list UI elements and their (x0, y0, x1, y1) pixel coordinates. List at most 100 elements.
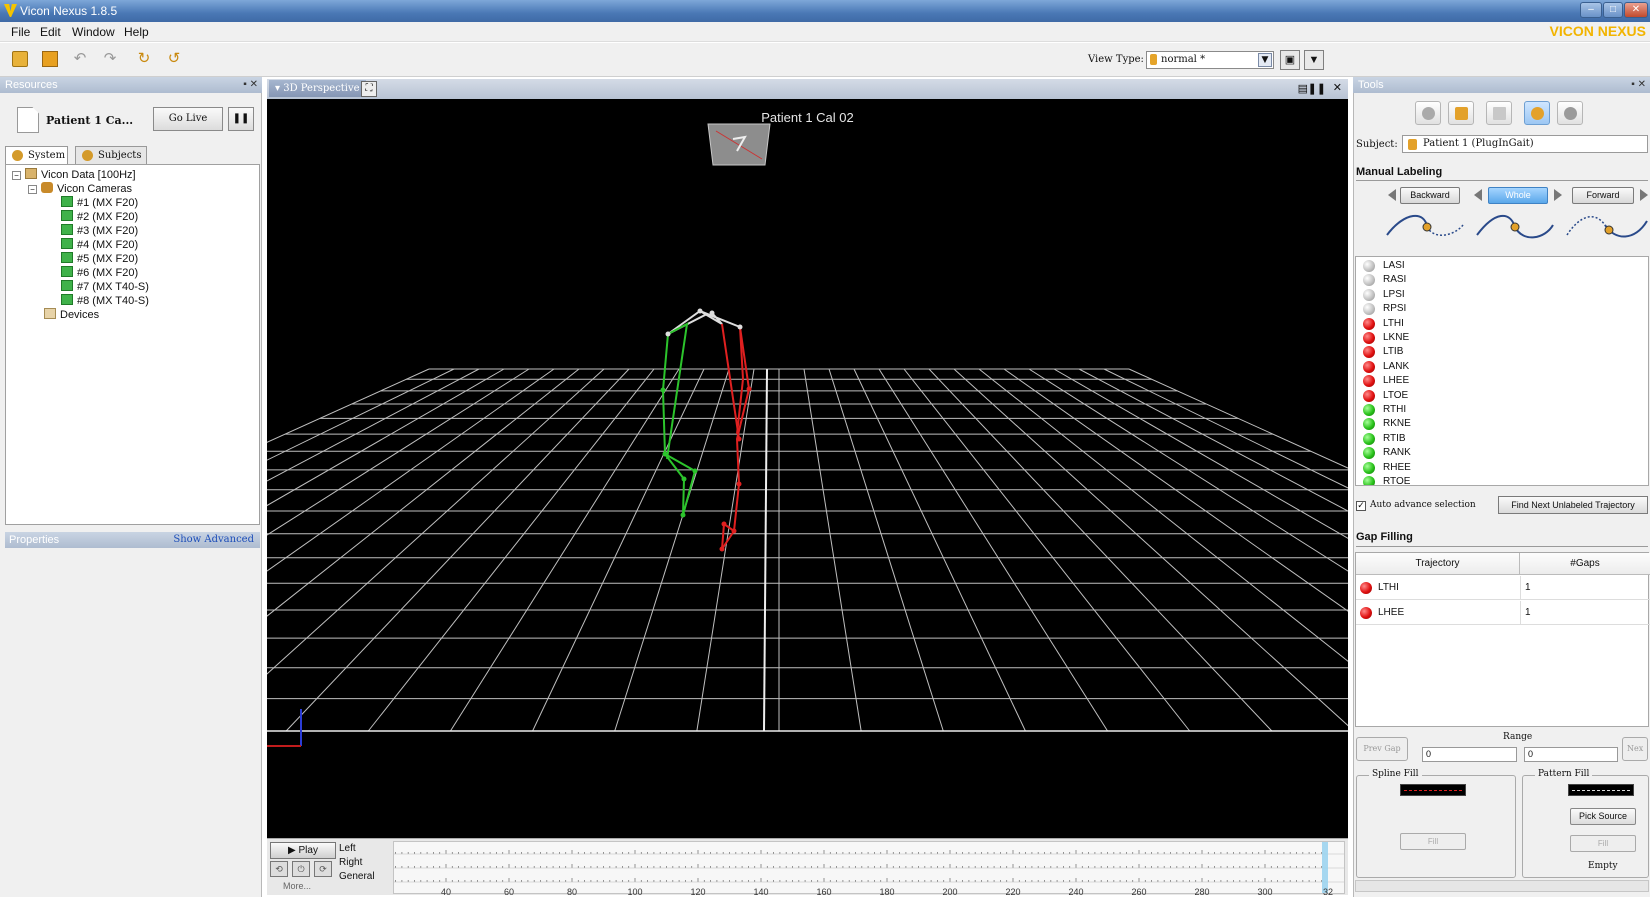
show-advanced-link[interactable]: Show Advanced (173, 532, 254, 548)
marker-item-lhee[interactable]: LHEE (1359, 374, 1409, 388)
prev-gap-button[interactable]: Prev Gap (1356, 737, 1408, 761)
split-icon[interactable]: ❚❚ (1308, 82, 1326, 95)
undo-icon[interactable]: ↶ (72, 51, 88, 67)
tree-node-vicon-data[interactable]: − Vicon Data [100Hz] (12, 168, 136, 181)
marker-list[interactable]: LASI RASI LPSI RPSI LTHI LKNE LTIB LANK LHEE LTOE… (1355, 256, 1649, 486)
marker-item-lthi[interactable]: LTHI (1359, 317, 1404, 331)
track-general[interactable]: General (339, 871, 375, 882)
table-row[interactable]: LHEE (1356, 601, 1520, 625)
more-button[interactable]: More... (283, 881, 311, 891)
column-header-gaps[interactable]: #Gaps (1520, 553, 1650, 575)
menu-edit[interactable]: Edit (40, 25, 61, 39)
report-tool-icon[interactable] (1486, 101, 1512, 125)
spline-fill-button[interactable]: Fill (1400, 833, 1466, 850)
find-next-unlabeled-button[interactable]: Find Next Unlabeled Trajectory (1498, 496, 1648, 514)
save-view-button[interactable]: ▣ (1280, 50, 1300, 70)
collapse-icon[interactable]: − (12, 171, 21, 180)
range-to-input[interactable]: 0 (1524, 747, 1618, 762)
range-from-input[interactable]: 0 (1422, 747, 1517, 762)
track-right[interactable]: Right (339, 857, 362, 868)
layout-icon[interactable]: ▤ (1298, 82, 1308, 95)
marker-item-rhee[interactable]: RHEE (1359, 461, 1411, 475)
checkbox-checked[interactable]: ✓ (1356, 501, 1366, 511)
marker-item-rkne[interactable]: RKNE (1359, 417, 1411, 431)
marker-item-rtoe[interactable]: RTOE (1359, 475, 1410, 485)
3d-viewport[interactable]: Patient 1 Cal 02 (267, 99, 1348, 838)
pane-controls-icon[interactable]: ▪ ✕ (1631, 77, 1646, 93)
close-view-icon[interactable]: ✕ (1333, 81, 1342, 94)
save-icon[interactable] (42, 51, 58, 67)
marker-item-ltoe[interactable]: LTOE (1359, 389, 1408, 403)
subject-select[interactable]: Patient 1 (PlugInGait) (1402, 135, 1648, 153)
reset-icon[interactable]: ↺ (166, 51, 182, 67)
table-row[interactable]: LTHI (1356, 576, 1520, 600)
view-type-tab[interactable]: ▾ 3D Perspective (269, 80, 366, 97)
power-icon[interactable]: ⏻ (292, 861, 310, 877)
marker-item-lpsi[interactable]: LPSI (1359, 288, 1405, 302)
marker-status-icon (1363, 461, 1375, 474)
menu-help[interactable]: Help (124, 25, 149, 39)
view-type-select[interactable]: normal * ▼ (1146, 51, 1274, 69)
horizontal-scrollbar[interactable] (1355, 880, 1649, 892)
pane-controls-icon[interactable]: ▪ ✕ (243, 77, 258, 93)
marker-item-rthi[interactable]: RTHI (1359, 403, 1406, 417)
next-gap-button[interactable]: Nex (1622, 737, 1648, 761)
arrow-right-icon[interactable] (1554, 189, 1562, 201)
pause-button[interactable]: ❚❚ (228, 107, 254, 131)
maximize-button[interactable]: □ (1603, 2, 1623, 18)
fullscreen-icon[interactable]: ⛶ (361, 81, 377, 97)
tree-node-devices[interactable]: Devices (44, 308, 99, 321)
tab-system[interactable]: System (5, 146, 68, 164)
column-header-trajectory[interactable]: Trajectory (1356, 553, 1520, 575)
pick-source-button[interactable]: Pick Source (1570, 808, 1636, 825)
marker-item-rtib[interactable]: RTIB (1359, 432, 1406, 446)
track-left[interactable]: Left (339, 843, 356, 854)
auto-advance-checkbox[interactable]: ✓ Auto advance selection (1356, 500, 1476, 511)
marker-item-rank[interactable]: RANK (1359, 446, 1411, 460)
subject-tool-icon[interactable] (1448, 101, 1474, 125)
marker-item-rpsi[interactable]: RPSI (1359, 302, 1406, 316)
collapse-icon[interactable]: − (28, 185, 37, 194)
tree-node-vicon-cameras[interactable]: − Vicon Cameras (28, 182, 132, 195)
marker-item-lank[interactable]: LANK (1359, 360, 1409, 374)
tree-camera-2[interactable]: #2 (MX F20) (61, 210, 138, 223)
arrow-right-icon[interactable] (1640, 189, 1648, 201)
tree-camera-1[interactable]: #1 (MX F20) (61, 196, 138, 209)
step-back-icon[interactable]: ⟲ (270, 861, 288, 877)
forward-button[interactable]: Forward (1572, 187, 1634, 204)
go-live-button[interactable]: Go Live (153, 107, 223, 131)
view-options-button[interactable]: ▼ (1304, 50, 1324, 70)
marker-item-lkne[interactable]: LKNE (1359, 331, 1409, 345)
pipeline-icon[interactable]: ↻ (136, 51, 152, 67)
settings-tool-icon[interactable] (1557, 101, 1583, 125)
label-tool-icon[interactable] (1524, 101, 1550, 125)
step-forward-icon[interactable]: ⟳ (314, 861, 332, 877)
backward-button[interactable]: Backward (1400, 187, 1460, 204)
play-button[interactable]: ▶ Play (270, 842, 336, 859)
marker-item-ltib[interactable]: LTIB (1359, 345, 1403, 359)
menu-window[interactable]: Window (72, 25, 115, 39)
arrow-left-icon[interactable] (1388, 189, 1396, 201)
tree-camera-8[interactable]: #8 (MX T40-S) (61, 294, 149, 307)
timeline-ruler[interactable]: 40 60 80 100 120 140 160 180 200 220 240 260 280 300 3… (393, 841, 1345, 897)
minimize-button[interactable]: – (1580, 2, 1602, 18)
marker-item-lasi[interactable]: LASI (1359, 259, 1405, 273)
marker-status-icon (1363, 418, 1375, 431)
arrow-left-icon[interactable] (1474, 189, 1482, 201)
tab-subjects[interactable]: Subjects (75, 146, 147, 164)
close-window-button[interactable]: ✕ (1624, 2, 1648, 18)
redo-icon[interactable]: ↷ (102, 51, 118, 67)
marker-item-rasi[interactable]: RASI (1359, 273, 1406, 287)
capture-tool-icon[interactable] (1415, 101, 1441, 125)
pattern-fill-button[interactable]: Fill (1570, 835, 1636, 852)
tree-camera-3[interactable]: #3 (MX F20) (61, 224, 138, 237)
whole-button[interactable]: Whole (1488, 187, 1548, 204)
tree-camera-6[interactable]: #6 (MX F20) (61, 266, 138, 279)
patient-label[interactable]: Patient 1 Ca... (46, 114, 133, 127)
tree-camera-5[interactable]: #5 (MX F20) (61, 252, 138, 265)
menu-file[interactable]: File (11, 25, 30, 39)
tree-camera-7[interactable]: #7 (MX T40-S) (61, 280, 149, 293)
left-leg-segments (721, 323, 751, 550)
open-icon[interactable] (12, 51, 28, 67)
tree-camera-4[interactable]: #4 (MX F20) (61, 238, 138, 251)
